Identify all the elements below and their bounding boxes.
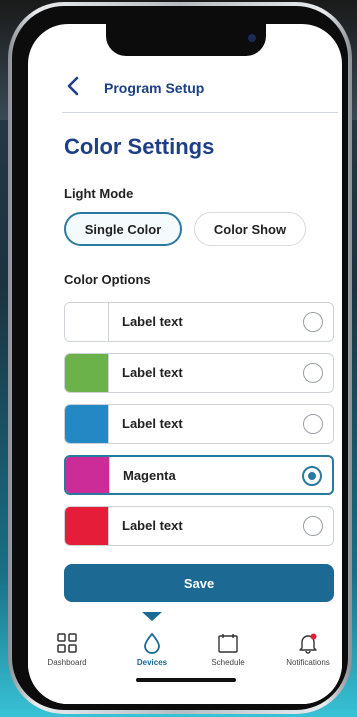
color-options-label: Color Options <box>64 272 151 287</box>
nav-item-notifications[interactable]: Notifications <box>273 632 342 667</box>
bottom-nav: Dashboard Devices Schedule Notifications <box>28 612 342 704</box>
notification-dot <box>310 633 317 640</box>
color-swatch <box>66 457 110 493</box>
bell-icon <box>299 633 317 654</box>
color-swatch <box>65 405 109 443</box>
app-screen: Program Setup Color Settings Light Mode … <box>28 24 342 704</box>
color-option-label: Label text <box>122 314 183 329</box>
phone-bezel: Program Setup Color Settings Light Mode … <box>12 6 348 710</box>
nav-label-notifications: Notifications <box>286 658 330 667</box>
header-title: Program Setup <box>104 80 205 96</box>
back-button[interactable] <box>66 76 86 100</box>
color-option-row[interactable]: Magenta <box>64 455 334 495</box>
nav-label-devices: Devices <box>136 658 168 667</box>
camera-icon <box>248 34 256 42</box>
header-divider <box>62 112 338 113</box>
phone-notch <box>106 24 266 56</box>
color-option-radio[interactable] <box>303 363 323 383</box>
nav-label-dashboard: Dashboard <box>47 658 87 667</box>
color-swatch <box>65 303 109 341</box>
color-option-label: Label text <box>122 365 183 380</box>
phone-frame: Program Setup Color Settings Light Mode … <box>8 2 352 714</box>
droplet-icon <box>144 632 160 654</box>
color-swatch <box>65 354 109 392</box>
color-swatch <box>65 507 109 545</box>
home-indicator <box>136 678 236 682</box>
chevron-left-icon <box>67 76 79 96</box>
color-option-row[interactable]: Label text <box>64 404 334 444</box>
page-title: Color Settings <box>64 134 215 159</box>
calendar-icon <box>218 634 238 653</box>
color-option-label: Magenta <box>123 468 176 483</box>
color-show-button[interactable]: Color Show <box>194 212 306 246</box>
color-option-row[interactable]: Label text <box>64 302 334 342</box>
color-option-row[interactable]: Label text <box>64 353 334 393</box>
nav-item-schedule[interactable]: Schedule <box>193 632 263 667</box>
color-option-radio[interactable] <box>303 414 323 434</box>
color-option-radio[interactable] <box>302 466 322 486</box>
nav-label-schedule: Schedule <box>211 658 245 667</box>
color-option-row[interactable]: Label text <box>64 506 334 546</box>
active-nav-indicator <box>142 612 162 621</box>
nav-item-devices[interactable]: Devices <box>117 632 187 667</box>
save-button[interactable]: Save <box>64 564 334 602</box>
nav-item-dashboard[interactable]: Dashboard <box>32 632 102 667</box>
grid-icon <box>57 633 77 653</box>
color-option-label: Label text <box>122 518 183 533</box>
light-mode-label: Light Mode <box>64 186 134 201</box>
color-option-radio[interactable] <box>303 312 323 332</box>
color-option-radio[interactable] <box>303 516 323 536</box>
single-color-button[interactable]: Single Color <box>64 212 182 246</box>
color-option-label: Label text <box>122 416 183 431</box>
app-header: Program Setup <box>28 70 342 114</box>
